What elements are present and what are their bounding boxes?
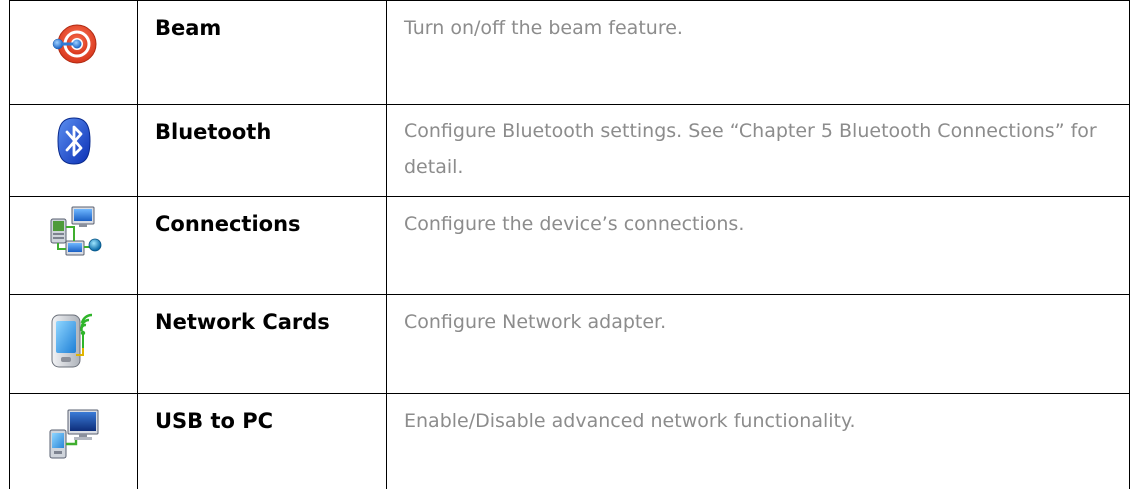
table-row-usb-to-pc: USB to PC Enable/Disable advanced networ…: [9, 393, 1130, 489]
table-row-connections: Connections Configure the device’s conne…: [9, 196, 1130, 295]
bluetooth-icon: [56, 117, 91, 169]
setting-description: Turn on/off the beam feature.: [404, 17, 683, 39]
description-cell: Configure Bluetooth settings. See “Chapt…: [386, 104, 1130, 197]
table-row-bluetooth: Bluetooth Configure Bluetooth settings. …: [9, 104, 1130, 197]
name-cell: USB to PC: [137, 393, 387, 489]
network-cards-icon: [50, 307, 98, 377]
usb-to-pc-icon: [46, 406, 102, 466]
setting-description: Enable/Disable advanced network function…: [404, 410, 856, 432]
setting-name: Beam: [155, 16, 222, 40]
icon-cell: [9, 104, 138, 197]
setting-description: Configure the device’s connections.: [404, 213, 745, 235]
name-cell: Network Cards: [137, 294, 387, 394]
description-cell: Configure the device’s connections.: [386, 196, 1130, 295]
name-cell: Connections: [137, 196, 387, 295]
table-row-network-cards: Network Cards Configure Network adapter.: [9, 294, 1130, 394]
description-cell: Turn on/off the beam feature.: [386, 0, 1130, 105]
icon-cell: [9, 393, 138, 489]
name-cell: Beam: [137, 0, 387, 105]
setting-description: Configure Bluetooth settings. See “Chapt…: [404, 120, 1097, 178]
icon-cell: [9, 0, 138, 105]
table-row-beam: Beam Turn on/off the beam feature.: [9, 0, 1130, 105]
beam-icon: [50, 20, 98, 72]
description-cell: Configure Network adapter.: [386, 294, 1130, 394]
setting-description: Configure Network adapter.: [404, 311, 667, 333]
setting-name: Connections: [155, 212, 301, 236]
icon-cell: [9, 196, 138, 295]
setting-name: Network Cards: [155, 310, 330, 334]
connections-icon: [46, 205, 102, 265]
setting-name: Bluetooth: [155, 120, 272, 144]
setting-name: USB to PC: [155, 409, 274, 433]
connections-settings-table: Beam Turn on/off the beam feature. Bluet…: [9, 0, 1130, 489]
name-cell: Bluetooth: [137, 104, 387, 197]
icon-cell: [9, 294, 138, 394]
description-cell: Enable/Disable advanced network function…: [386, 393, 1130, 489]
